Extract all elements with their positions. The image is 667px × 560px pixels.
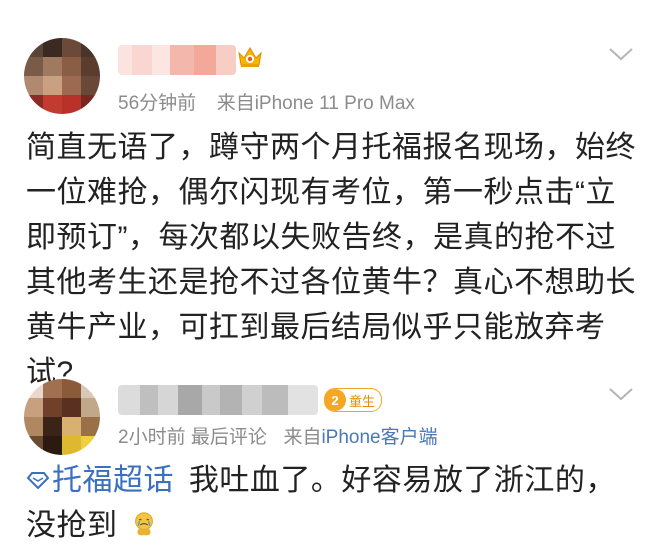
weibo-comment: 2 童生 2小时前 最后评论 来自iPhone客户端 托福超话 我吐血了。好容易… [0, 365, 667, 560]
post-content-line: 黄牛产业，可扛到最后结局似乎只能放弃考 [26, 311, 606, 344]
post-content-line: 简直无语了，蹲守两个月托福报名现场，始终 [26, 131, 636, 164]
comment-content: 托福超话 我吐血了。好容易放了浙江的， 没抢到 [26, 458, 646, 548]
comment-text: 我吐血了。好容易放了浙江的， [188, 464, 616, 497]
post-meta: 56分钟前 来自iPhone 11 Pro Max [118, 88, 415, 115]
post-content-line: 其他考生还是抢不过各位黄牛？真心不想助长 [26, 266, 636, 299]
comment-meta: 2小时前 最后评论 来自iPhone客户端 [118, 422, 438, 449]
chevron-down-icon[interactable] [606, 384, 636, 404]
source-link[interactable]: iPhone客户端 [321, 427, 437, 448]
weibo-post: 56分钟前 来自iPhone 11 Pro Max 简直无语了，蹲守两个月托福报… [0, 0, 667, 389]
comment-content-line: 没抢到 [26, 503, 646, 548]
source-prefix: 来自 [283, 427, 322, 448]
crying-emoji-icon [135, 512, 154, 536]
supertopic-label: 托福超话 [52, 464, 174, 497]
avatar[interactable] [24, 38, 100, 114]
supertopic-diamond-icon [26, 472, 50, 490]
supertopic-link[interactable]: 托福超话 [26, 464, 174, 497]
post-content-line: 一位难抢，偶尔闪现有考位，第一秒点击“立 [26, 176, 616, 209]
username-blurred[interactable] [118, 385, 318, 415]
comment-content-line: 托福超话 我吐血了。好容易放了浙江的， [26, 458, 646, 503]
badge-label: 童生 [349, 393, 376, 409]
comment-text: 没抢到 [26, 509, 118, 542]
post-content: 简直无语了，蹲守两个月托福报名现场，始终 一位难抢，偶尔闪现有考位，第一秒点击“… [26, 125, 646, 395]
last-comment-label: 最后评论 [190, 427, 267, 448]
post-source: 来自iPhone 11 Pro Max [216, 93, 415, 114]
level-badge[interactable]: 2 童生 [324, 388, 383, 412]
post-time: 56分钟前 [118, 93, 197, 114]
chevron-down-icon[interactable] [606, 44, 636, 64]
comment-time: 2小时前 [118, 427, 186, 448]
username-blurred[interactable] [118, 45, 236, 75]
badge-level: 2 [324, 389, 346, 411]
vip-crown-icon[interactable] [237, 45, 263, 69]
avatar[interactable] [24, 379, 100, 455]
post-content-line: 即预订”，每次都以失败告终，是真的抢不过 [26, 221, 616, 254]
